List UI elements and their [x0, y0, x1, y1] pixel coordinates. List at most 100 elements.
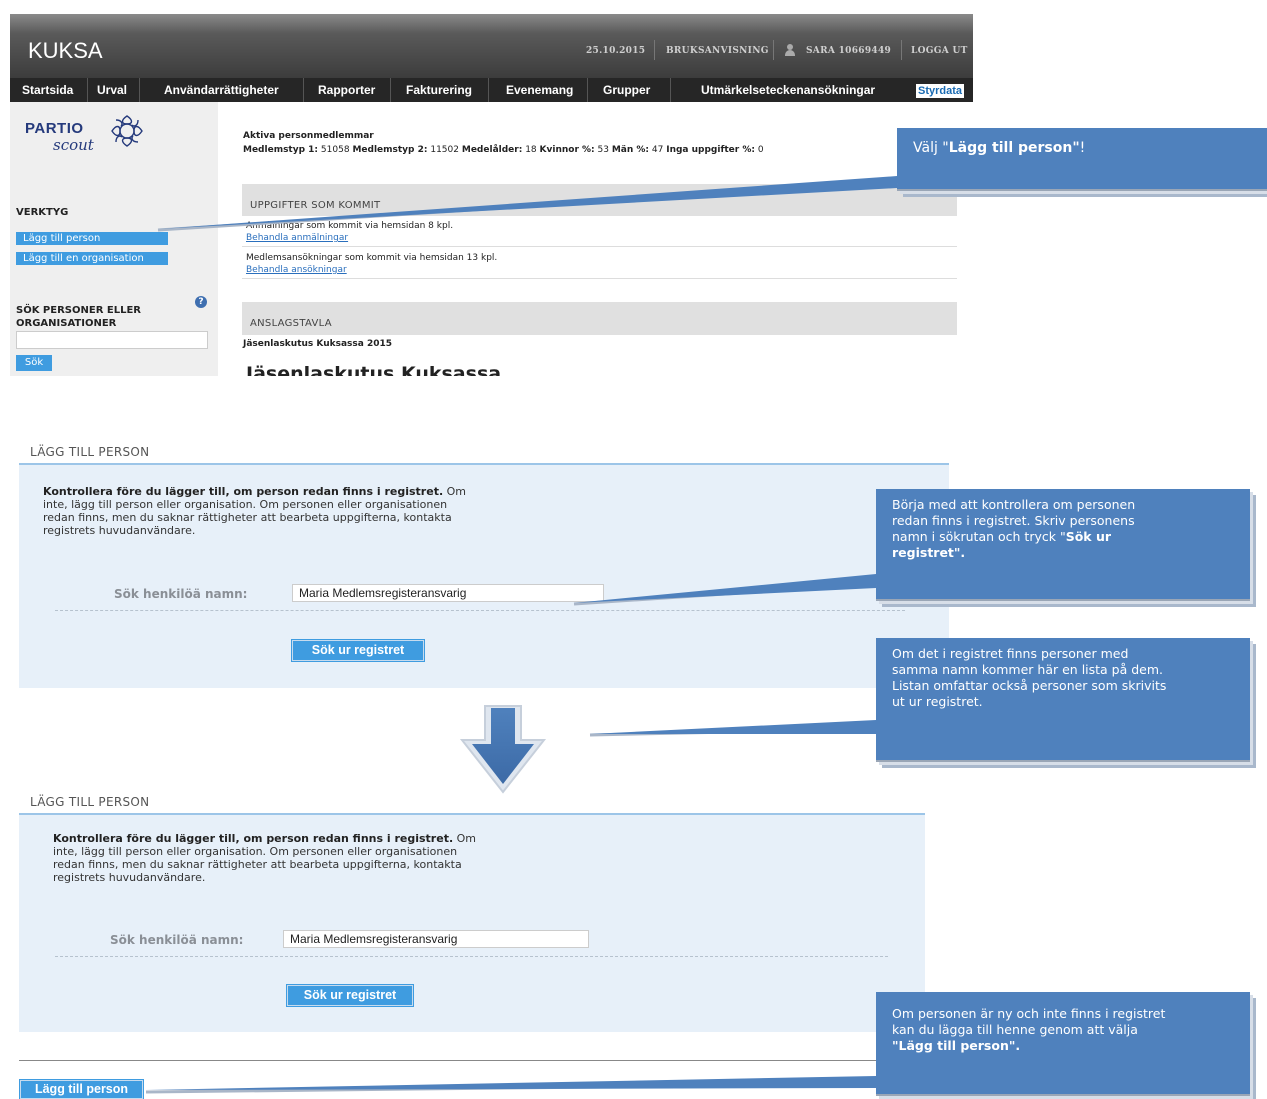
callout-text: kan du lägga till henne genom att välja	[892, 1022, 1138, 1037]
manual-link[interactable]: BRUKSANVISNING	[666, 46, 769, 56]
applications-text: Medlemsansökningar som kommit via hemsid…	[246, 253, 498, 263]
nav-grupper[interactable]: Grupper	[603, 78, 650, 102]
add-person-tool-button[interactable]: Lägg till person	[16, 232, 168, 245]
nav-startsida[interactable]: Startsida	[22, 78, 73, 102]
header-divider	[654, 40, 655, 60]
stat-value: 18	[525, 145, 537, 155]
search-name-input[interactable]: Maria Medlemsregisteransvarig	[292, 584, 604, 602]
callout-text-bold: Lägg till person"	[948, 140, 1080, 156]
intro-bold: Kontrollera före du lägger till, om pers…	[53, 832, 454, 845]
add-person-intro: Kontrollera före du lägger till, om pers…	[53, 832, 476, 884]
callout-text: Om personen är ny och inte finns i regis…	[892, 1006, 1166, 1021]
search-heading-line1: SÖK PERSONER ELLER	[16, 305, 141, 316]
app-logo[interactable]: KUKSA	[28, 38, 103, 64]
incoming-heading: UPPGIFTER SOM KOMMIT	[250, 200, 381, 211]
search-name-label: Sök henkilöä namn:	[114, 587, 248, 601]
nav-evenemang[interactable]: Evenemang	[506, 78, 573, 102]
intro-bold: Kontrollera före du lägger till, om pers…	[43, 485, 444, 498]
down-arrow-icon	[459, 705, 547, 794]
divider	[242, 278, 957, 279]
intro-line: redan finns, men du saknar rättigheter a…	[53, 858, 462, 871]
add-person-intro: Kontrollera före du lägger till, om pers…	[43, 485, 466, 537]
intro-line: registrets huvudanvändare.	[53, 871, 206, 884]
callout-add-new-person: Om personen är ny och inte finns i regis…	[876, 992, 1250, 1096]
stat-value: 53	[597, 145, 609, 155]
callout-text: Börja med att kontrollera om personen	[892, 497, 1136, 512]
add-organisation-tool-button[interactable]: Lägg till en organisation	[16, 252, 168, 265]
intro-tail: Om	[453, 832, 477, 845]
search-registry-button[interactable]: Sök ur registret	[292, 640, 424, 661]
dashed-divider	[55, 610, 905, 611]
callout-text-bold: registret".	[892, 545, 966, 560]
intro-line: redan finns, men du saknar rättigheter a…	[43, 511, 452, 524]
pointer-line-4	[145, 1082, 877, 1094]
callout-text: namn i sökrutan och tryck "	[892, 529, 1066, 544]
nav-styrdata[interactable]: Styrdata	[916, 84, 965, 98]
board-heading: ANSLAGSTAVLA	[250, 318, 332, 329]
nav-urval[interactable]: Urval	[97, 78, 127, 102]
stat-value: 47	[651, 145, 664, 155]
partio-scout-logo: PARTIO scout	[25, 114, 165, 158]
help-icon[interactable]: ?	[195, 296, 207, 308]
user-name[interactable]: SARA 10669449	[806, 46, 891, 56]
sidebar-search-button[interactable]: Sök	[16, 355, 52, 371]
stat-value: 11502	[430, 145, 459, 155]
divider	[19, 1060, 919, 1061]
header-date: 25.10.2015	[586, 46, 646, 56]
top-bar: KUKSA 25.10.2015 BRUKSANVISNING SARA 106…	[10, 14, 973, 78]
stats-line: Medlemstyp 1: 51058 Medlemstyp 2: 11502 …	[243, 145, 764, 155]
logo-text-scout: scout	[53, 136, 94, 154]
nav-utmarkelseteckenansokningar[interactable]: Utmärkelseteckenansökningar	[701, 78, 875, 102]
callout-choose-add-person: Välj "Lägg till person"!	[897, 128, 1267, 191]
search-registry-button[interactable]: Sök ur registret	[287, 985, 413, 1006]
nav-fakturering[interactable]: Fakturering	[406, 78, 472, 102]
callout-text: !	[1079, 140, 1086, 156]
add-person-title: LÄGG TILL PERSON	[30, 445, 150, 459]
nav-divider	[303, 78, 304, 102]
callout-text: Om det i registret finns personer med	[892, 646, 1129, 661]
search-name-input[interactable]: Maria Medlemsregisteransvarig	[283, 930, 589, 948]
header-divider	[901, 40, 902, 60]
stat-label: Medlemstyp 1:	[243, 145, 319, 155]
registrations-text: Anmälningar som kommit via hemsidan 8 kp…	[246, 221, 454, 231]
callout-text: samma namn kommer här en lista på dem.	[892, 662, 1164, 677]
nav-divider	[670, 78, 671, 102]
board-title: Jäsenlaskutus Kuksassa	[246, 363, 502, 376]
intro-line: inte, lägg till person eller organisatio…	[53, 845, 458, 858]
callout-text: redan finns i registret. Skriv personens	[892, 513, 1135, 528]
stat-value: 51058	[320, 145, 350, 155]
user-icon	[785, 44, 795, 56]
nav-anvandarrattigheter[interactable]: Användarrättigheter	[164, 78, 279, 102]
logout-link[interactable]: LOGGA UT	[911, 46, 968, 56]
sidebar-search-input[interactable]	[16, 331, 208, 349]
add-person-title: LÄGG TILL PERSON	[30, 795, 150, 809]
nav-divider	[587, 78, 588, 102]
kuksa-app-screenshot: KUKSA 25.10.2015 BRUKSANVISNING SARA 106…	[10, 14, 973, 376]
divider	[242, 246, 957, 247]
main-nav: Startsida Urval Användarrättigheter Rapp…	[10, 78, 973, 102]
callout-text-bold: "Lägg till person".	[892, 1038, 1021, 1053]
nav-divider	[488, 78, 489, 102]
stat-label: Kvinnor %:	[539, 145, 595, 155]
pointer-wedge-4	[146, 1076, 876, 1090]
tools-heading: VERKTYG	[16, 207, 69, 218]
add-person-button[interactable]: Lägg till person	[20, 1080, 143, 1099]
callout-text: Listan omfattar också personer som skriv…	[892, 678, 1167, 693]
intro-tail: Om	[443, 485, 467, 498]
dashed-divider	[55, 956, 888, 957]
intro-line: registrets huvudanvändare.	[43, 524, 196, 537]
callout-text-bold: Sök ur	[1065, 529, 1112, 544]
board-subtitle: Jäsenlaskutus Kuksassa 2015	[243, 339, 393, 349]
pointer-wedge-3	[590, 720, 876, 734]
board-section-header: ANSLAGSTAVLA	[242, 302, 957, 335]
stat-label: Män %:	[611, 145, 650, 155]
registrations-link[interactable]: Behandla anmälningar	[246, 233, 348, 243]
pointer-line-3	[589, 727, 877, 737]
search-heading-line2: ORGANISATIONER	[16, 318, 117, 329]
header-divider	[773, 40, 774, 60]
intro-line: inte, lägg till person eller organisatio…	[43, 498, 448, 511]
nav-rapporter[interactable]: Rapporter	[318, 78, 375, 102]
applications-link[interactable]: Behandla ansökningar	[246, 265, 347, 275]
callout-list-matches: Om det i registret finns personer med sa…	[876, 638, 1250, 762]
stat-value: 0	[757, 145, 764, 155]
